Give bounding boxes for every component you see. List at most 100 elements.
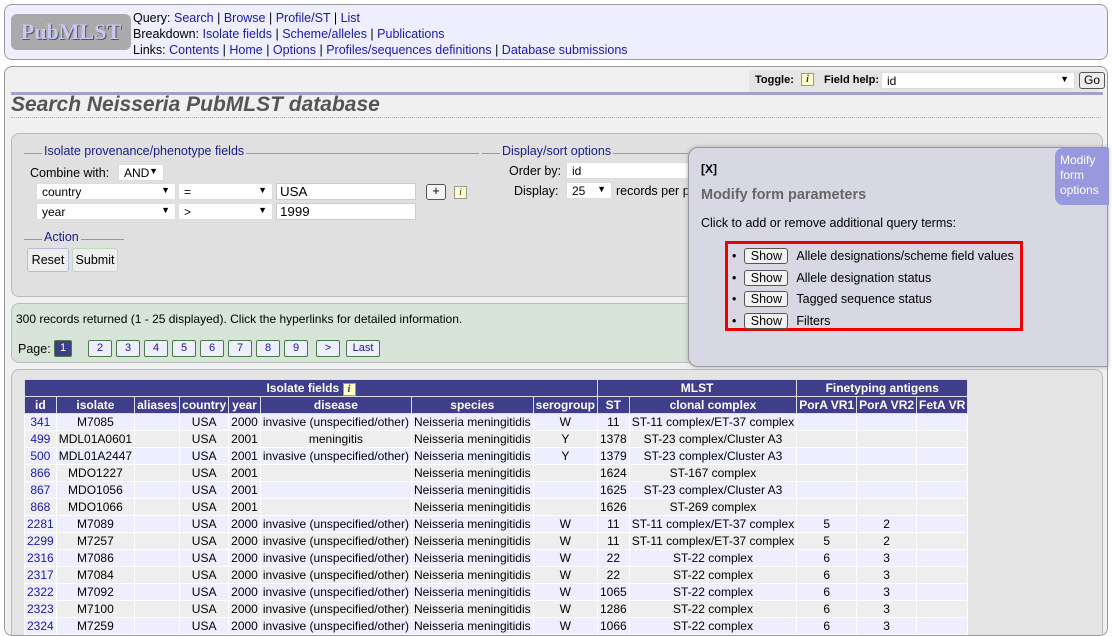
table-cell: ST-23 complex/Cluster A3 (628, 430, 798, 448)
table-cell: 1379 (597, 447, 630, 465)
nav-list[interactable]: List (341, 11, 360, 25)
operator-select-1[interactable]: = ▼ (178, 183, 273, 200)
table-cell: invasive (unspecified/other) (259, 447, 412, 465)
table-cell: M7089 (55, 515, 136, 533)
add-term-button[interactable]: + (426, 184, 446, 200)
show-button[interactable]: Show (744, 291, 789, 307)
nav-search[interactable]: Search (174, 11, 214, 25)
table-row: 2299 M7257 USA 2000 invasive (unspecified/ot… (24, 532, 969, 550)
table-cell (259, 464, 412, 482)
info-toggle-icon[interactable]: i (801, 73, 814, 86)
nav-scheme-alleles[interactable]: Scheme/alleles (282, 27, 367, 41)
order-by-select[interactable]: id (566, 162, 706, 179)
page-link[interactable]: 5 (172, 340, 196, 357)
page-link[interactable]: 4 (144, 340, 168, 357)
isolate-id-link[interactable]: 2317 (27, 568, 54, 582)
table-cell: Neisseria meningitidis (410, 566, 534, 584)
column-header[interactable]: country (179, 396, 230, 414)
nav-publications[interactable]: Publications (377, 27, 444, 41)
column-header[interactable]: FetA VR (916, 396, 969, 414)
column-header[interactable]: aliases (134, 396, 181, 414)
isolate-id-link[interactable]: 2323 (27, 602, 54, 616)
isolate-id-link[interactable]: 341 (30, 415, 50, 429)
table-cell: Neisseria meningitidis (410, 413, 534, 431)
column-header[interactable]: species (410, 396, 534, 414)
value-input-2[interactable] (276, 203, 416, 220)
chevron-down-icon: ▼ (161, 185, 170, 195)
table-cell: invasive (unspecified/other) (259, 600, 412, 618)
go-button[interactable]: Go (1079, 72, 1105, 89)
table-cell: 22 (597, 549, 630, 567)
table-cell: 11 (597, 413, 630, 431)
field-select-2[interactable]: year ▼ (36, 203, 176, 220)
column-header[interactable]: clonal complex (628, 396, 798, 414)
isolate-id-link[interactable]: 500 (30, 449, 50, 463)
page-link[interactable]: 6 (200, 340, 224, 357)
table-cell: 2000 (228, 515, 261, 533)
show-button[interactable]: Show (744, 248, 789, 264)
isolate-id-link[interactable]: 2299 (27, 534, 54, 548)
table-cell: M7259 (55, 617, 136, 635)
table-cell: W (532, 413, 599, 431)
page-link[interactable]: 7 (228, 340, 252, 357)
isolate-id-link[interactable]: 2322 (27, 585, 54, 599)
nav-home[interactable]: Home (229, 43, 262, 57)
column-header[interactable]: ST (597, 396, 630, 414)
column-header[interactable]: PorA VR1 (796, 396, 858, 414)
column-header[interactable]: year (228, 396, 261, 414)
table-cell (134, 532, 181, 550)
info-icon[interactable]: i (454, 186, 467, 199)
chevron-down-icon: ▼ (161, 205, 170, 215)
nav-browse[interactable]: Browse (224, 11, 266, 25)
table-cell (916, 413, 969, 431)
page-link[interactable]: 8 (256, 340, 280, 357)
nav-database-submissions[interactable]: Database submissions (502, 43, 628, 57)
page-link[interactable]: 1 (54, 340, 72, 357)
modify-form-options-tab[interactable]: Modify form options (1055, 148, 1109, 205)
table-cell: USA (179, 617, 230, 635)
show-button[interactable]: Show (744, 312, 789, 329)
pubmlst-logo[interactable]: PubMLST (11, 14, 131, 50)
table-cell: 2000 (228, 413, 261, 431)
page-link[interactable]: 9 (284, 340, 308, 357)
isolate-id-link[interactable]: 2316 (27, 551, 54, 565)
page-link[interactable]: 3 (116, 340, 140, 357)
info-icon[interactable]: i (342, 382, 356, 396)
query-term-option: • Show Filters (732, 312, 830, 329)
close-panel-button[interactable]: [X] (701, 162, 717, 176)
reset-button[interactable]: Reset (27, 248, 69, 272)
isolate-id-link[interactable]: 2281 (27, 517, 54, 531)
display-select[interactable]: 25 ▼ (566, 182, 612, 199)
submit-button[interactable]: Submit (72, 248, 118, 272)
operator-select-2[interactable]: > ▼ (178, 203, 273, 220)
field-select-1[interactable]: country ▼ (36, 183, 176, 200)
show-button[interactable]: Show (744, 269, 789, 286)
page-link[interactable]: 2 (88, 340, 112, 357)
isolate-id-link[interactable]: 868 (30, 500, 50, 514)
nav-contents[interactable]: Contents (169, 43, 219, 57)
isolate-id-link[interactable]: 2324 (27, 619, 54, 633)
page-link[interactable]: Last (346, 340, 380, 357)
field-help-select[interactable]: id ▼ (881, 72, 1075, 89)
combine-label: Combine with: (30, 166, 110, 180)
nav-profile-st[interactable]: Profile/ST (276, 11, 331, 25)
table-cell (796, 430, 858, 448)
nav-profiles-definitions[interactable]: Profiles/sequences definitions (326, 43, 491, 57)
table-cell: Neisseria meningitidis (410, 515, 534, 533)
isolate-id-link[interactable]: 866 (30, 466, 50, 480)
column-header[interactable]: disease (259, 396, 412, 414)
nav-options[interactable]: Options (273, 43, 316, 57)
value-input-1[interactable] (276, 183, 416, 200)
page-link[interactable]: > (316, 340, 340, 357)
table-cell (796, 464, 858, 482)
table-cell: 6 (796, 549, 858, 567)
isolate-id-link[interactable]: 867 (30, 483, 50, 497)
table-cell: W (532, 600, 599, 618)
column-header[interactable]: PorA VR2 (856, 396, 918, 414)
column-header[interactable]: isolate (55, 396, 136, 414)
nav-isolate-fields[interactable]: Isolate fields (203, 27, 272, 41)
isolate-id-link[interactable]: 499 (30, 432, 50, 446)
column-header[interactable]: serogroup (532, 396, 599, 414)
combine-select[interactable]: AND ▼ (118, 164, 164, 181)
column-header[interactable]: id (24, 396, 57, 414)
